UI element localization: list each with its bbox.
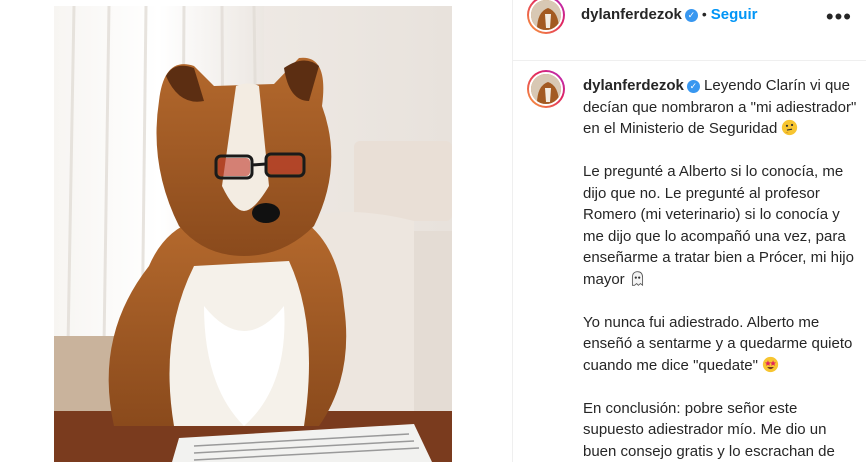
star-struck-emoji — [762, 356, 779, 372]
avatar-image — [529, 0, 563, 32]
verified-badge-icon: ✓ — [684, 9, 698, 22]
caption-avatar-image — [529, 72, 563, 106]
caption-text: dylanferdezok ✓ Leyendo Clarín vi que dec… — [583, 75, 856, 462]
post-header: dylanferdezok ✓ • Seguir ••• — [513, 0, 866, 61]
caption-author-avatar[interactable] — [527, 70, 565, 108]
follow-button[interactable]: Seguir — [711, 6, 758, 23]
verified-badge-icon: ✓ — [686, 80, 700, 93]
ghost-emoji — [631, 270, 643, 286]
separator-dot: • — [701, 6, 707, 22]
caption-username[interactable]: dylanferdezok — [583, 77, 684, 94]
thinking-face-emoji — [782, 119, 798, 136]
caption-paragraph-2: Le pregunté a Alberto si lo conocía, me … — [583, 163, 854, 288]
pane-divider — [512, 0, 513, 462]
caption-paragraph-3: Yo nunca fui adiestrado. Alberto me ense… — [583, 313, 853, 374]
author-username[interactable]: dylanferdezok — [581, 6, 682, 23]
collie-photo-illustration — [54, 6, 452, 462]
more-options-icon[interactable]: ••• — [826, 4, 852, 30]
author-avatar[interactable] — [527, 0, 565, 34]
caption-section: dylanferdezok ✓ Leyendo Clarín vi que dec… — [526, 70, 856, 462]
post-media-pane — [0, 0, 512, 462]
post-photo[interactable] — [54, 6, 452, 462]
collie-avatar-icon — [531, 0, 561, 30]
collie-avatar-icon — [531, 74, 561, 104]
caption-paragraph-4: En conclusión: pobre señor este supuesto… — [583, 399, 835, 460]
header-user-line: dylanferdezok ✓ • Seguir — [581, 6, 757, 24]
